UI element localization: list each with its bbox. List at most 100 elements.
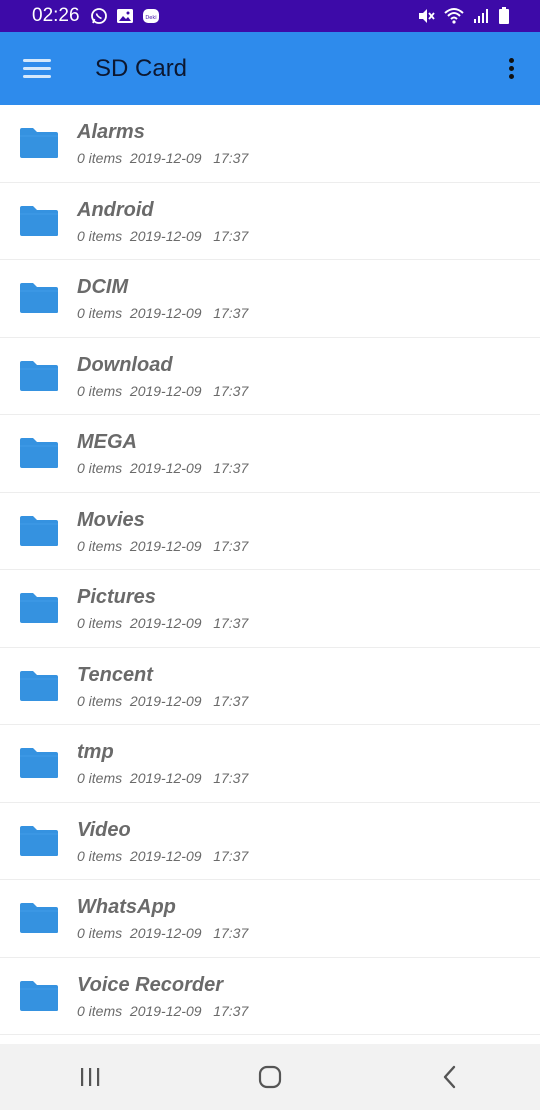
folder-date: 2019-12-09 <box>129 227 202 244</box>
more-vert-icon[interactable] <box>506 57 516 81</box>
list-item-text: MEGA 0 items 2019-12-09 17:37 <box>77 431 248 477</box>
list-item[interactable]: MEGA 0 items 2019-12-09 17:37 <box>0 415 540 493</box>
list-item[interactable]: Download 0 items 2019-12-09 17:37 <box>0 338 540 415</box>
folder-name: WhatsApp <box>77 896 176 918</box>
list-item[interactable]: Tencent 0 items 2019-12-09 17:37 <box>0 648 540 725</box>
folder-icon <box>19 437 59 469</box>
folder-time: 17:37 <box>213 305 249 321</box>
folder-date: 2019-12-09 <box>129 847 202 864</box>
folder-icon <box>19 515 59 547</box>
list-item-text: Pictures 0 items 2019-12-09 17:37 <box>77 586 248 632</box>
list-item-text: Download 0 items 2019-12-09 17:37 <box>77 354 248 400</box>
folder-name: Video <box>77 818 131 841</box>
status-bar: 02:26 Deki <box>0 0 540 32</box>
status-icons-left: Deki <box>90 7 160 25</box>
folder-time: 17:37 <box>213 692 249 709</box>
mute-icon <box>416 7 436 25</box>
folder-icon <box>19 902 59 934</box>
navigation-bar <box>0 1044 540 1110</box>
list-item[interactable]: Android 0 items 2019-12-09 17:37 <box>0 183 540 260</box>
folder-icon <box>19 747 59 779</box>
folder-date: 2019-12-09 <box>129 1002 202 1019</box>
list-item-text: tmp 0 items 2019-12-09 17:37 <box>77 741 248 787</box>
folder-date: 2019-12-09 <box>129 150 202 166</box>
folder-meta: 0 items 2019-12-09 17:37 <box>77 382 248 400</box>
folder-icon <box>19 825 59 857</box>
folder-date: 2019-12-09 <box>129 460 202 476</box>
list-item[interactable]: Movies 0 items 2019-12-09 17:37 <box>0 493 540 570</box>
list-item-text: Alarms 0 items 2019-12-09 17:37 <box>77 121 248 167</box>
folder-name: DCIM <box>77 276 129 298</box>
folder-time: 17:37 <box>213 770 249 786</box>
folder-date: 2019-12-09 <box>129 615 202 631</box>
folder-date: 2019-12-09 <box>129 305 202 321</box>
hamburger-menu-icon[interactable] <box>23 58 51 79</box>
folder-time: 17:37 <box>213 1002 249 1019</box>
folder-date: 2019-12-09 <box>129 382 202 399</box>
list-item[interactable]: DCIM 0 items 2019-12-09 17:37 <box>0 260 540 338</box>
folder-time: 17:37 <box>213 460 249 476</box>
battery-icon <box>498 7 510 25</box>
folder-date: 2019-12-09 <box>129 537 202 554</box>
home-icon[interactable] <box>240 1057 300 1097</box>
list-item-text: Tencent 0 items 2019-12-09 17:37 <box>77 664 248 710</box>
folder-meta: 0 items 2019-12-09 17:37 <box>77 304 248 322</box>
folder-time: 17:37 <box>213 925 249 941</box>
folder-name: Alarms <box>77 121 145 143</box>
folder-icon <box>19 360 59 392</box>
folder-item-count: 0 items <box>77 615 123 631</box>
folder-time: 17:37 <box>213 227 249 244</box>
folder-icon <box>19 282 59 314</box>
folder-item-count: 0 items <box>77 925 123 941</box>
list-item[interactable]: Video 0 items 2019-12-09 17:37 <box>0 803 540 880</box>
whatsapp-icon <box>90 7 108 25</box>
folder-icon <box>19 205 59 237</box>
folder-item-count: 0 items <box>77 692 123 709</box>
app-bar: SD Card <box>0 32 540 105</box>
recents-icon[interactable] <box>60 1057 120 1097</box>
folder-item-count: 0 items <box>77 227 123 244</box>
folder-date: 2019-12-09 <box>129 770 202 786</box>
folder-meta: 0 items 2019-12-09 17:37 <box>77 692 248 710</box>
folder-item-count: 0 items <box>77 770 123 786</box>
list-item-text: WhatsApp 0 items 2019-12-09 17:37 <box>77 896 248 942</box>
folder-name: Pictures <box>77 586 156 608</box>
svg-text:Deki: Deki <box>145 15 156 21</box>
folder-item-count: 0 items <box>77 150 123 166</box>
folder-meta: 0 items 2019-12-09 17:37 <box>77 227 248 245</box>
folder-item-count: 0 items <box>77 382 123 399</box>
list-item[interactable]: Pictures 0 items 2019-12-09 17:37 <box>0 570 540 648</box>
folder-time: 17:37 <box>213 382 249 399</box>
folder-meta: 0 items 2019-12-09 17:37 <box>77 769 248 787</box>
folder-date: 2019-12-09 <box>129 692 202 709</box>
list-item[interactable]: Alarms 0 items 2019-12-09 17:37 <box>0 105 540 183</box>
folder-icon <box>19 127 59 159</box>
folder-meta: 0 items 2019-12-09 17:37 <box>77 1002 248 1020</box>
list-item-text: DCIM 0 items 2019-12-09 17:37 <box>77 276 248 322</box>
folder-name: Tencent <box>77 663 153 686</box>
folder-item-count: 0 items <box>77 305 123 321</box>
folder-name: Voice Recorder <box>77 973 223 996</box>
folder-icon <box>19 980 59 1012</box>
list-item-text: Android 0 items 2019-12-09 17:37 <box>77 199 248 245</box>
folder-item-count: 0 items <box>77 460 123 476</box>
list-item[interactable]: tmp 0 items 2019-12-09 17:37 <box>0 725 540 803</box>
folder-name: tmp <box>77 741 114 763</box>
folder-icon <box>19 592 59 624</box>
folder-meta: 0 items 2019-12-09 17:37 <box>77 459 248 477</box>
folder-meta: 0 items 2019-12-09 17:37 <box>77 149 248 167</box>
wifi-icon <box>444 7 464 25</box>
folder-meta: 0 items 2019-12-09 17:37 <box>77 924 248 942</box>
folder-time: 17:37 <box>213 537 249 554</box>
back-icon[interactable] <box>420 1057 480 1097</box>
list-item[interactable]: Voice Recorder 0 items 2019-12-09 17:37 <box>0 958 540 1035</box>
list-item[interactable]: WhatsApp 0 items 2019-12-09 17:37 <box>0 880 540 958</box>
folder-time: 17:37 <box>213 847 249 864</box>
list-item-text: Video 0 items 2019-12-09 17:37 <box>77 819 248 865</box>
folder-meta: 0 items 2019-12-09 17:37 <box>77 537 248 555</box>
folder-time: 17:37 <box>213 615 249 631</box>
folder-item-count: 0 items <box>77 537 123 554</box>
signal-icon <box>472 8 490 24</box>
folder-date: 2019-12-09 <box>129 925 202 941</box>
folder-name: Download <box>77 353 173 376</box>
